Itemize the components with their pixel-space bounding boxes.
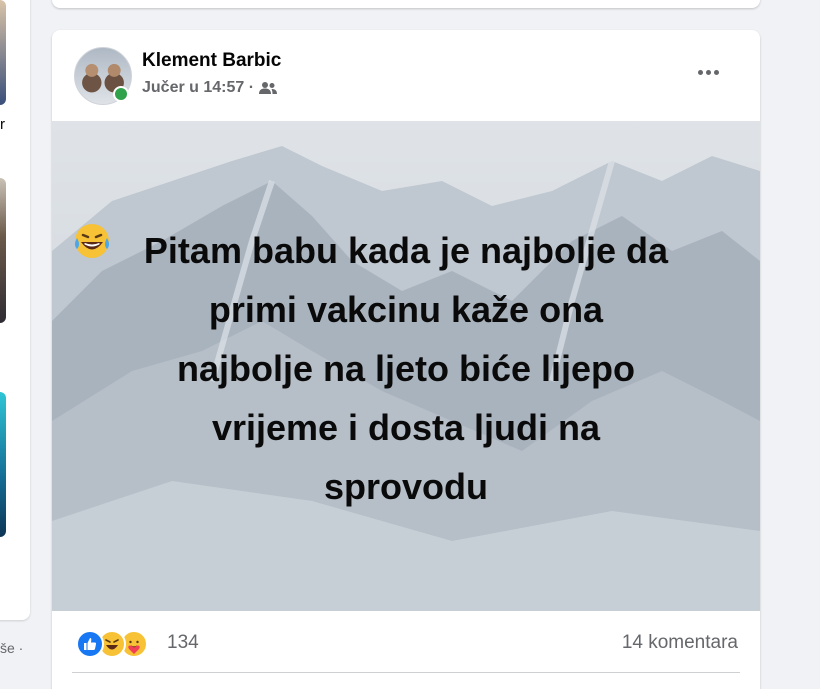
- laughing-tears-emoji-icon: [75, 224, 109, 258]
- left-story-thumbnail[interactable]: [0, 392, 6, 537]
- actions-divider: [72, 672, 740, 673]
- post-text-line: primi vakcinu kaže ona: [208, 289, 604, 330]
- left-partial-text: r: [0, 116, 5, 133]
- previous-post-card: [52, 0, 760, 8]
- left-story-thumbnail[interactable]: [0, 178, 6, 323]
- more-options-dot: [713, 69, 719, 75]
- post-text-line: sprovodu: [323, 466, 488, 507]
- more-options-dot: [705, 69, 711, 75]
- left-footer-text: še ·: [0, 640, 24, 656]
- reactions-row: 134 14 komentara: [52, 611, 760, 671]
- comments-count-link[interactable]: 14 komentara: [622, 632, 738, 654]
- online-status-icon: [113, 86, 129, 102]
- post-text-line: vrijeme i dosta ljudi na: [211, 407, 601, 448]
- post-text-last-line: sprovodu: [72, 224, 740, 516]
- post-timestamp[interactable]: Jučer u 14:57 ·: [142, 79, 254, 97]
- post-background[interactable]: Pitam babu kada je najbolje da primi vak…: [52, 121, 760, 611]
- left-story-thumbnail[interactable]: [0, 0, 6, 105]
- friends-icon: [259, 82, 278, 94]
- more-options-button[interactable]: [690, 56, 726, 88]
- like-reaction-icon: [76, 630, 104, 658]
- post-card: Klement Barbic Jučer u 14:57 · Pitam bab…: [52, 30, 760, 689]
- more-options-icon: [697, 69, 703, 75]
- reaction-icons[interactable]: [76, 630, 148, 658]
- post-author-name[interactable]: Klement Barbic: [142, 50, 281, 72]
- feed-page: r še · Klement Barbic Jučer u 14:57 · Pi…: [0, 0, 820, 689]
- post-text-line: najbolje na ljeto biće lijepo: [176, 348, 636, 389]
- post-text: Pitam babu kada je najbolje da primi vak…: [72, 221, 740, 516]
- reaction-count[interactable]: 134: [167, 632, 199, 654]
- post-meta: Jučer u 14:57 ·: [142, 79, 278, 97]
- post-text-line: Pitam babu kada je najbolje da: [143, 230, 669, 271]
